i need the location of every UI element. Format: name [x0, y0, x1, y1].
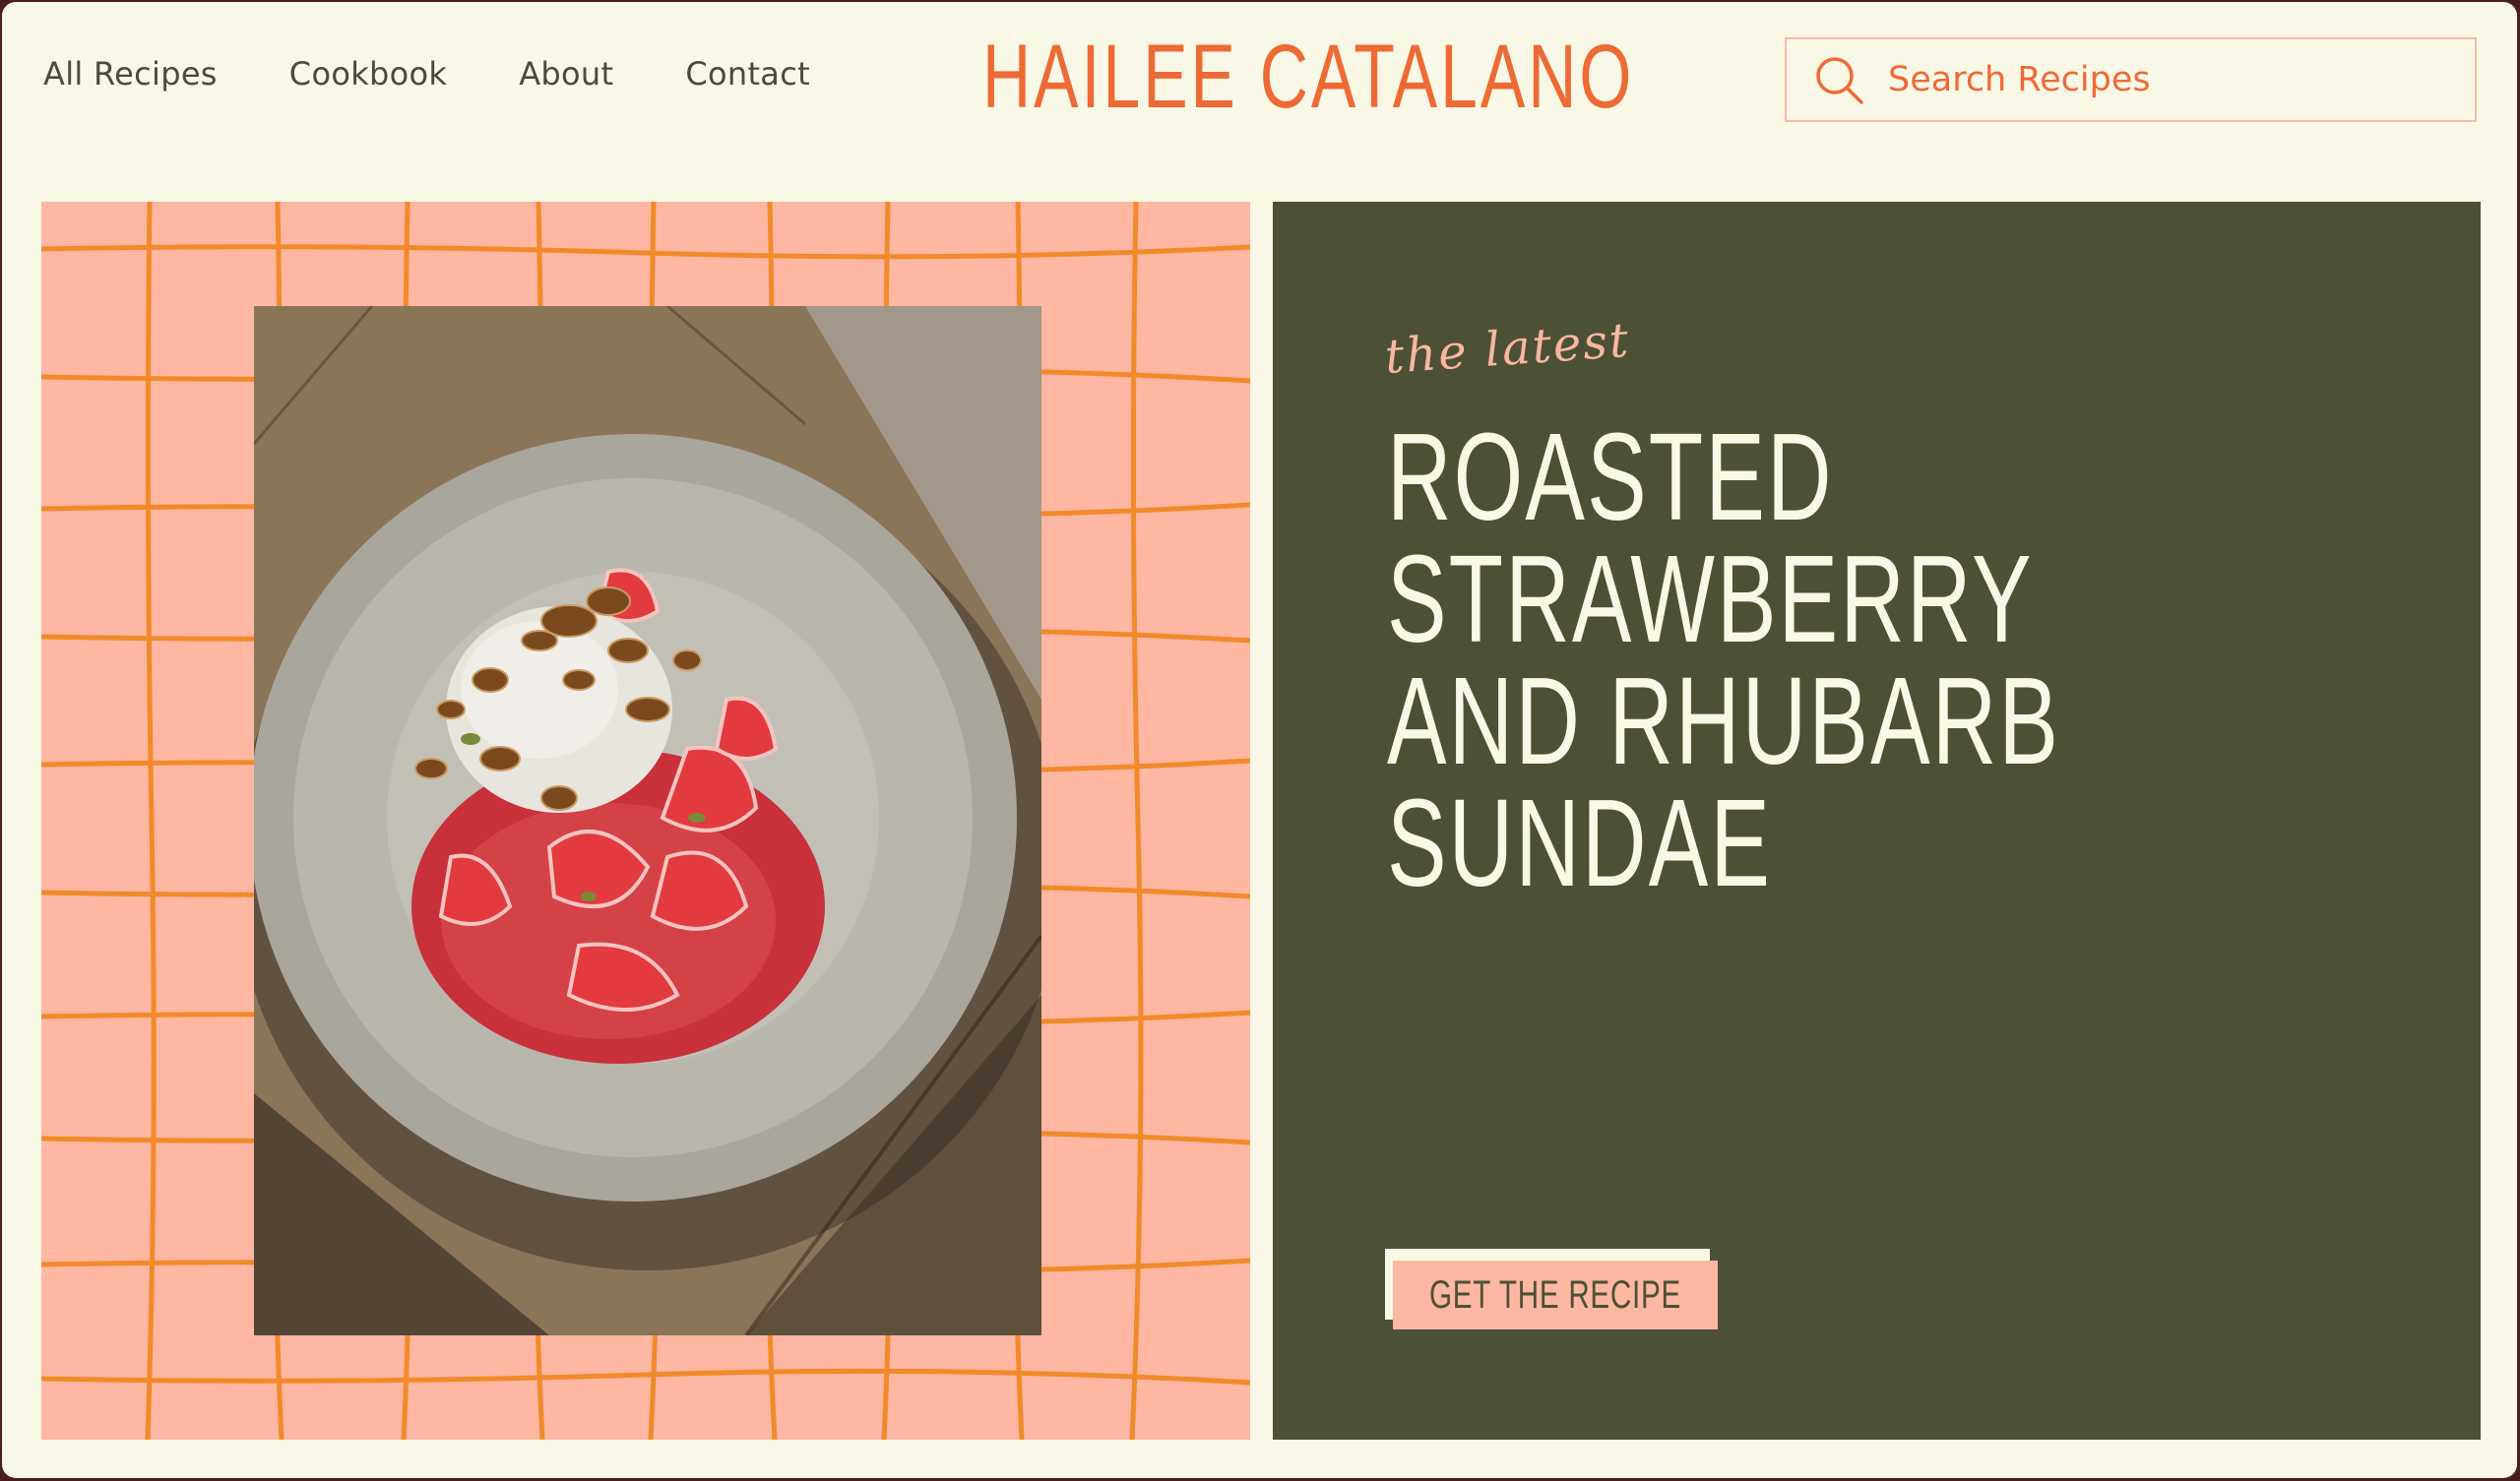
get-recipe-button[interactable]: GET THE RECIPE [1385, 1249, 1718, 1331]
search-input[interactable] [1886, 59, 2441, 100]
button-face[interactable]: GET THE RECIPE [1393, 1261, 1718, 1329]
nav-all-recipes[interactable]: All Recipes [43, 55, 218, 93]
nav-cookbook[interactable]: Cookbook [289, 55, 447, 93]
hero-text-panel: the latest ROASTED STRAWBERRY AND RHUBAR… [1273, 202, 2481, 1440]
get-recipe-label: GET THE RECIPE [1429, 1272, 1681, 1317]
recipe-photo[interactable] [254, 306, 1041, 1335]
site-logo[interactable]: HAILEE CATALANO [982, 31, 1634, 122]
hero-eyebrow: the latest [1383, 312, 1632, 385]
search-box[interactable] [1785, 37, 2477, 122]
search-icon [1816, 57, 1863, 104]
nav-about[interactable]: About [519, 55, 613, 93]
hero-image-panel [41, 202, 1250, 1440]
page-frame: All Recipes Cookbook About Contact HAILE… [2, 2, 2517, 1478]
main-nav: All Recipes Cookbook About Contact [43, 55, 810, 93]
hero-title[interactable]: ROASTED STRAWBERRY AND RHUBARB SUNDAE [1387, 415, 2237, 905]
sundae-illustration [254, 306, 1041, 1335]
nav-contact[interactable]: Contact [685, 55, 810, 93]
